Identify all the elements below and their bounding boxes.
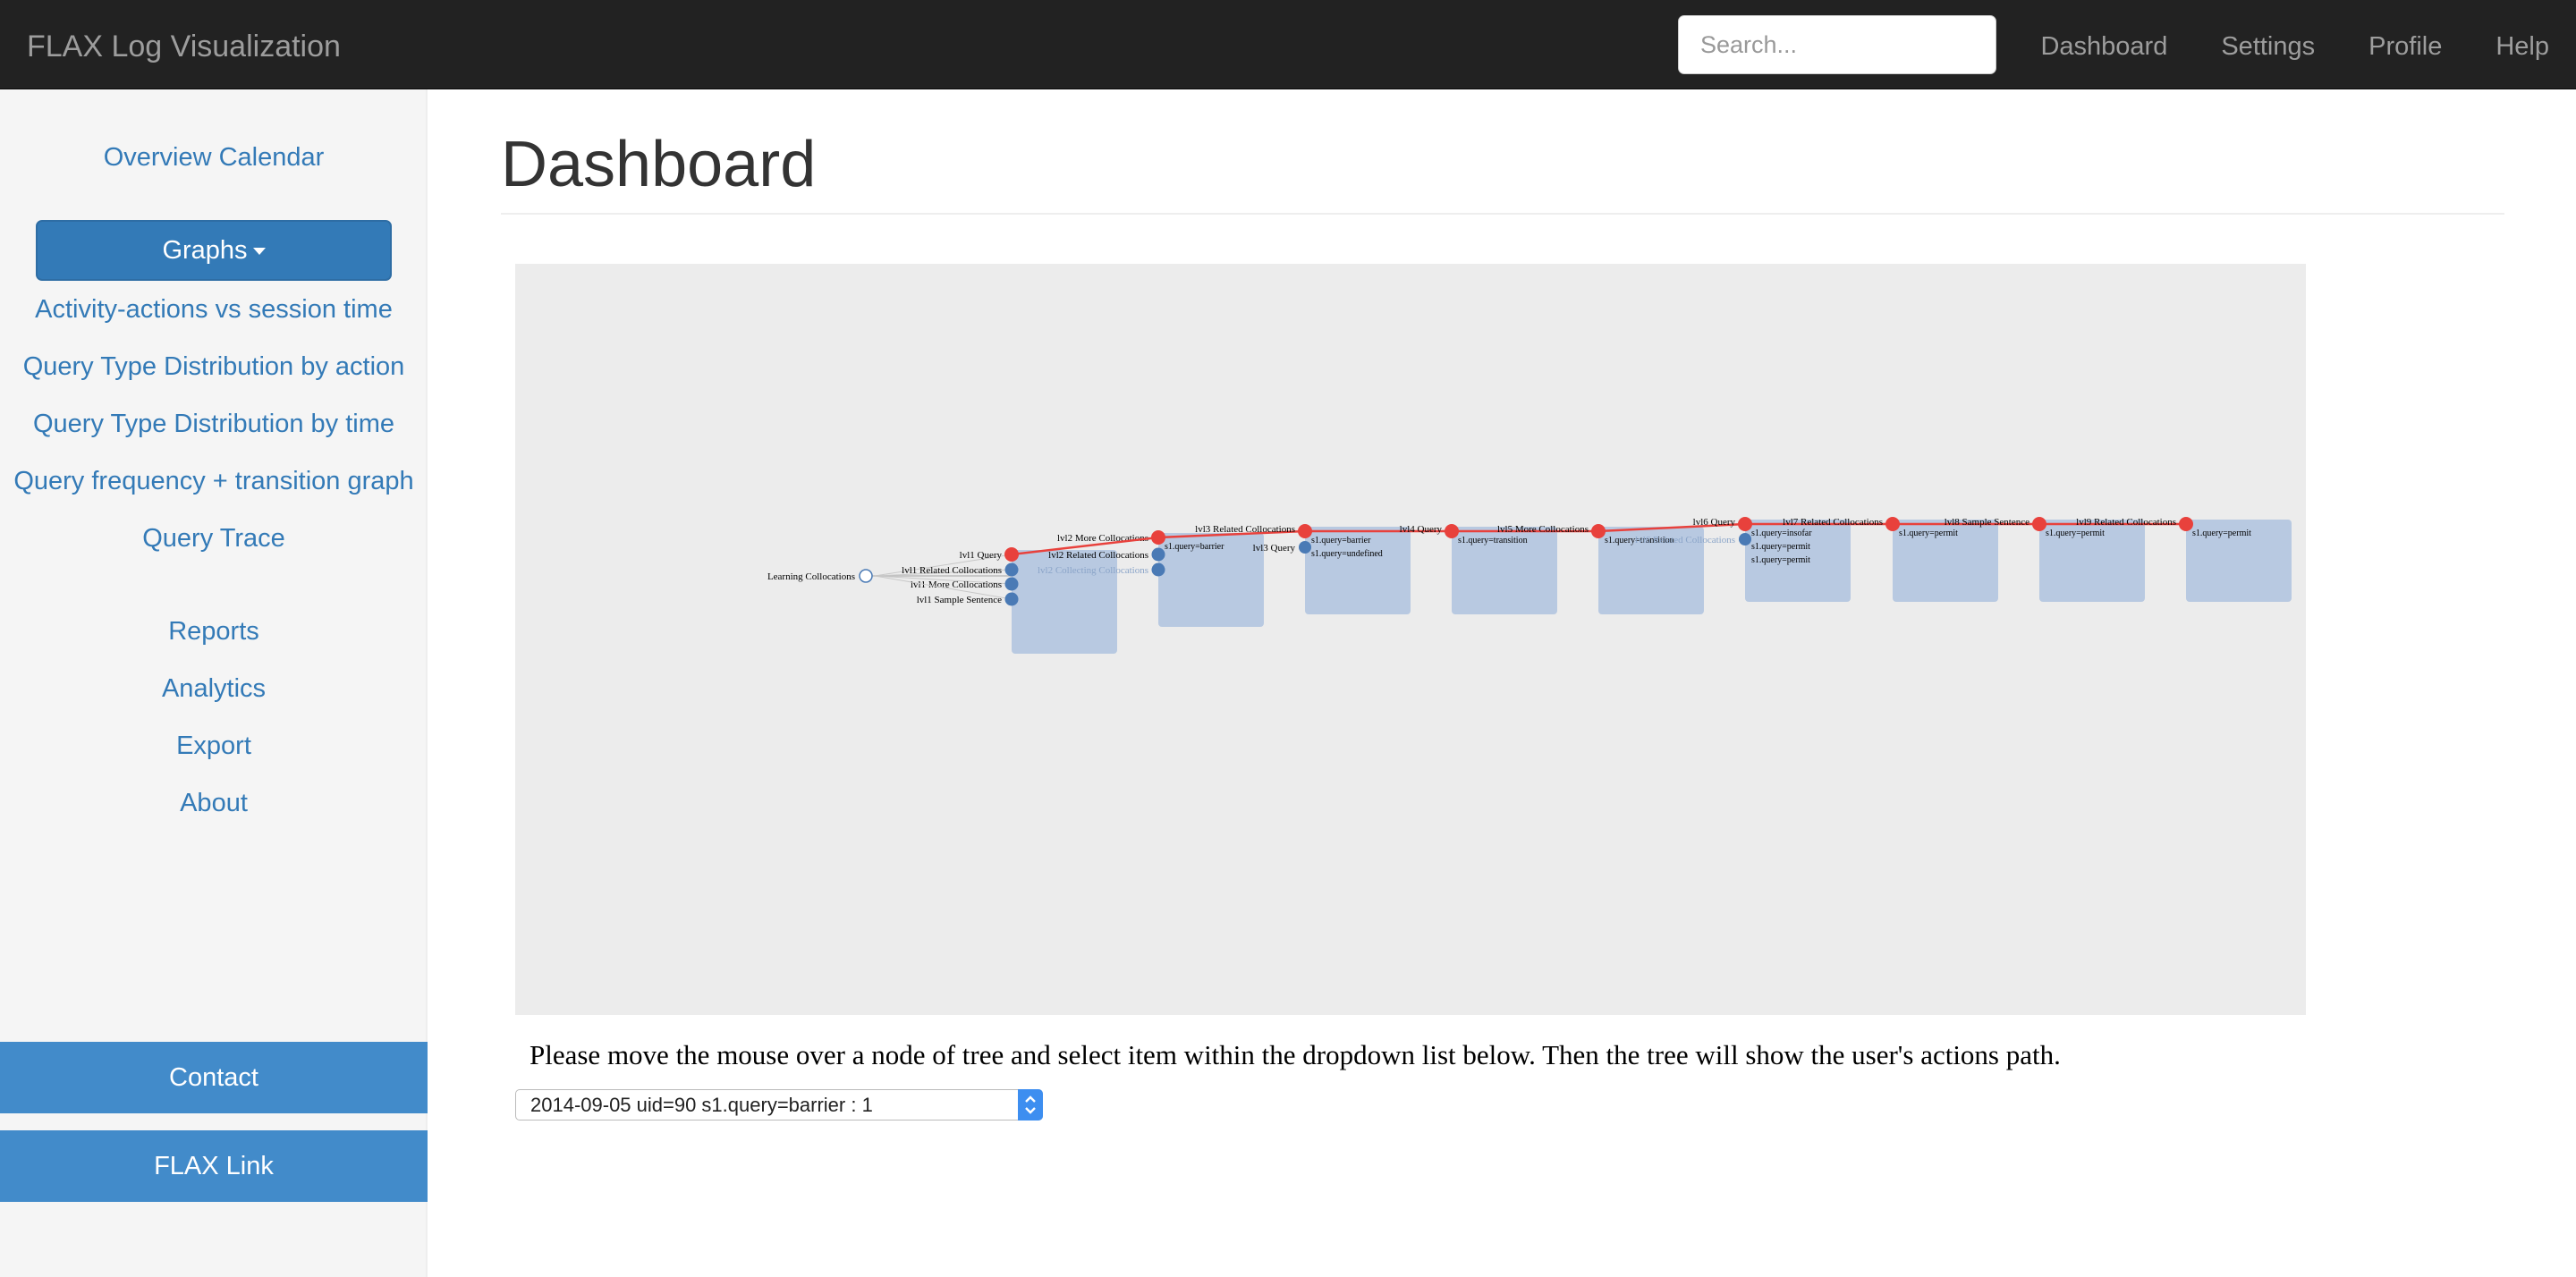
nav-link-settings[interactable]: Settings [2194,0,2342,89]
path-label: lvl9 Related Collocations [2076,517,2176,528]
query-box-label: s1.query=barrier [1165,542,1224,552]
root-node [859,569,873,583]
query-box-label: s1.query=permit [1751,555,1810,565]
path-label: lvl5 More Collocations [1497,524,1589,535]
graphs-dropdown-button[interactable]: Graphs [36,220,392,281]
path-node [1885,517,1900,531]
query-box-label: s1.query=permit [1751,542,1810,552]
node-label: lvl1 More Collocations [911,579,1002,590]
tree-node [1151,547,1165,562]
sidebar-item-about[interactable]: About [0,789,428,818]
action-tree-graph[interactable]: s1.query=barrier s1.query=barrier s1.query… [515,264,2306,1015]
path-node [1004,547,1019,562]
query-box-label: s1.query=transition [1458,536,1528,545]
select-arrows-icon [1018,1089,1043,1121]
nav-link-profile[interactable]: Profile [2342,0,2469,89]
path-node [1591,524,1606,538]
path-node [2179,517,2193,531]
query-box-label: s1.query=undefined [1311,549,1383,559]
sidebar-item-analytics[interactable]: Analytics [0,674,428,704]
path-node [1298,524,1312,538]
action-tree-panel: s1.query=barrier s1.query=barrier s1.query… [515,264,2306,1015]
nav-link-dashboard[interactable]: Dashboard [2013,0,2194,89]
node-label: lvl2 Collecting Collocations [1038,565,1148,576]
tree-node [1151,562,1165,577]
path-label: lvl4 Query [1400,524,1443,535]
caret-down-icon [252,248,266,256]
node-label: lvl3 Query [1253,543,1296,554]
page-title: Dashboard [501,129,817,200]
node-label: lvl2 More Collocations [1057,533,1148,544]
node-label: lvl6 Related Collocations [1635,535,1735,545]
node-label: lvl1 Sample Sentence [917,595,1002,605]
sidebar-item-query-trace[interactable]: Query Trace [0,524,428,554]
session-select[interactable]: 2014-09-05 uid=90 s1.query=barrier : 1 [515,1089,1043,1121]
query-box-label: s1.query=insofar [1751,529,1812,538]
sidebar-item-query-type-action[interactable]: Query Type Distribution by action [0,352,428,382]
sidebar-item-activity-actions[interactable]: Activity-actions vs session time [0,295,428,325]
sidebar-item-overview-calendar[interactable]: Overview Calendar [0,143,428,173]
tree-node [1299,541,1311,554]
query-box-label: s1.query=permit [2192,529,2251,538]
sidebar-item-query-frequency[interactable]: Query frequency + transition graph [0,467,428,496]
query-box-label: s1.query=permit [2046,529,2105,538]
sidebar-item-reports[interactable]: Reports [0,617,428,647]
title-divider [501,213,2504,215]
nav-links: Dashboard Settings Profile Help [2013,0,2576,89]
root-label: Learning Collocations [767,571,855,582]
path-label: lvl8 Sample Sentence [1945,517,2029,528]
query-box-label: s1.query=permit [1899,529,1958,538]
node-label: lvl2 Related Collocations [1048,550,1148,561]
path-label: lvl7 Related Collocations [1783,517,1883,528]
search-input[interactable]: Search... [1678,15,1996,74]
sidebar-item-query-type-time[interactable]: Query Type Distribution by time [0,410,428,439]
tree-node [1004,592,1019,606]
path-label: lvl6 Query [1693,517,1736,528]
tree-node [1004,562,1019,577]
path-node [1445,524,1459,538]
node-label: lvl1 Related Collocations [902,565,1002,576]
instruction-text: Please move the mouse over a node of tre… [530,1039,2061,1070]
node-label: lvl1 Query [960,550,1003,561]
path-label: lvl3 Related Collocations [1195,524,1295,535]
graphs-button-label: Graphs [162,236,248,265]
nav-link-help[interactable]: Help [2469,0,2576,89]
session-select-value: 2014-09-05 uid=90 s1.query=barrier : 1 [530,1094,873,1116]
contact-button[interactable]: Contact [0,1042,428,1113]
tree-node [1004,577,1019,591]
tree-node [1739,533,1751,545]
brand-title[interactable]: FLAX Log Visualization [27,0,341,89]
path-node [1738,517,1752,531]
flax-link-button[interactable]: FLAX Link [0,1130,428,1202]
path-node [1151,530,1165,545]
query-box-label: s1.query=barrier [1311,536,1371,545]
top-navbar: FLAX Log Visualization Search... Dashboa… [0,0,2576,89]
sidebar: Overview Calendar Graphs Activity-action… [0,89,428,1277]
path-node [2032,517,2046,531]
sidebar-item-export[interactable]: Export [0,732,428,761]
